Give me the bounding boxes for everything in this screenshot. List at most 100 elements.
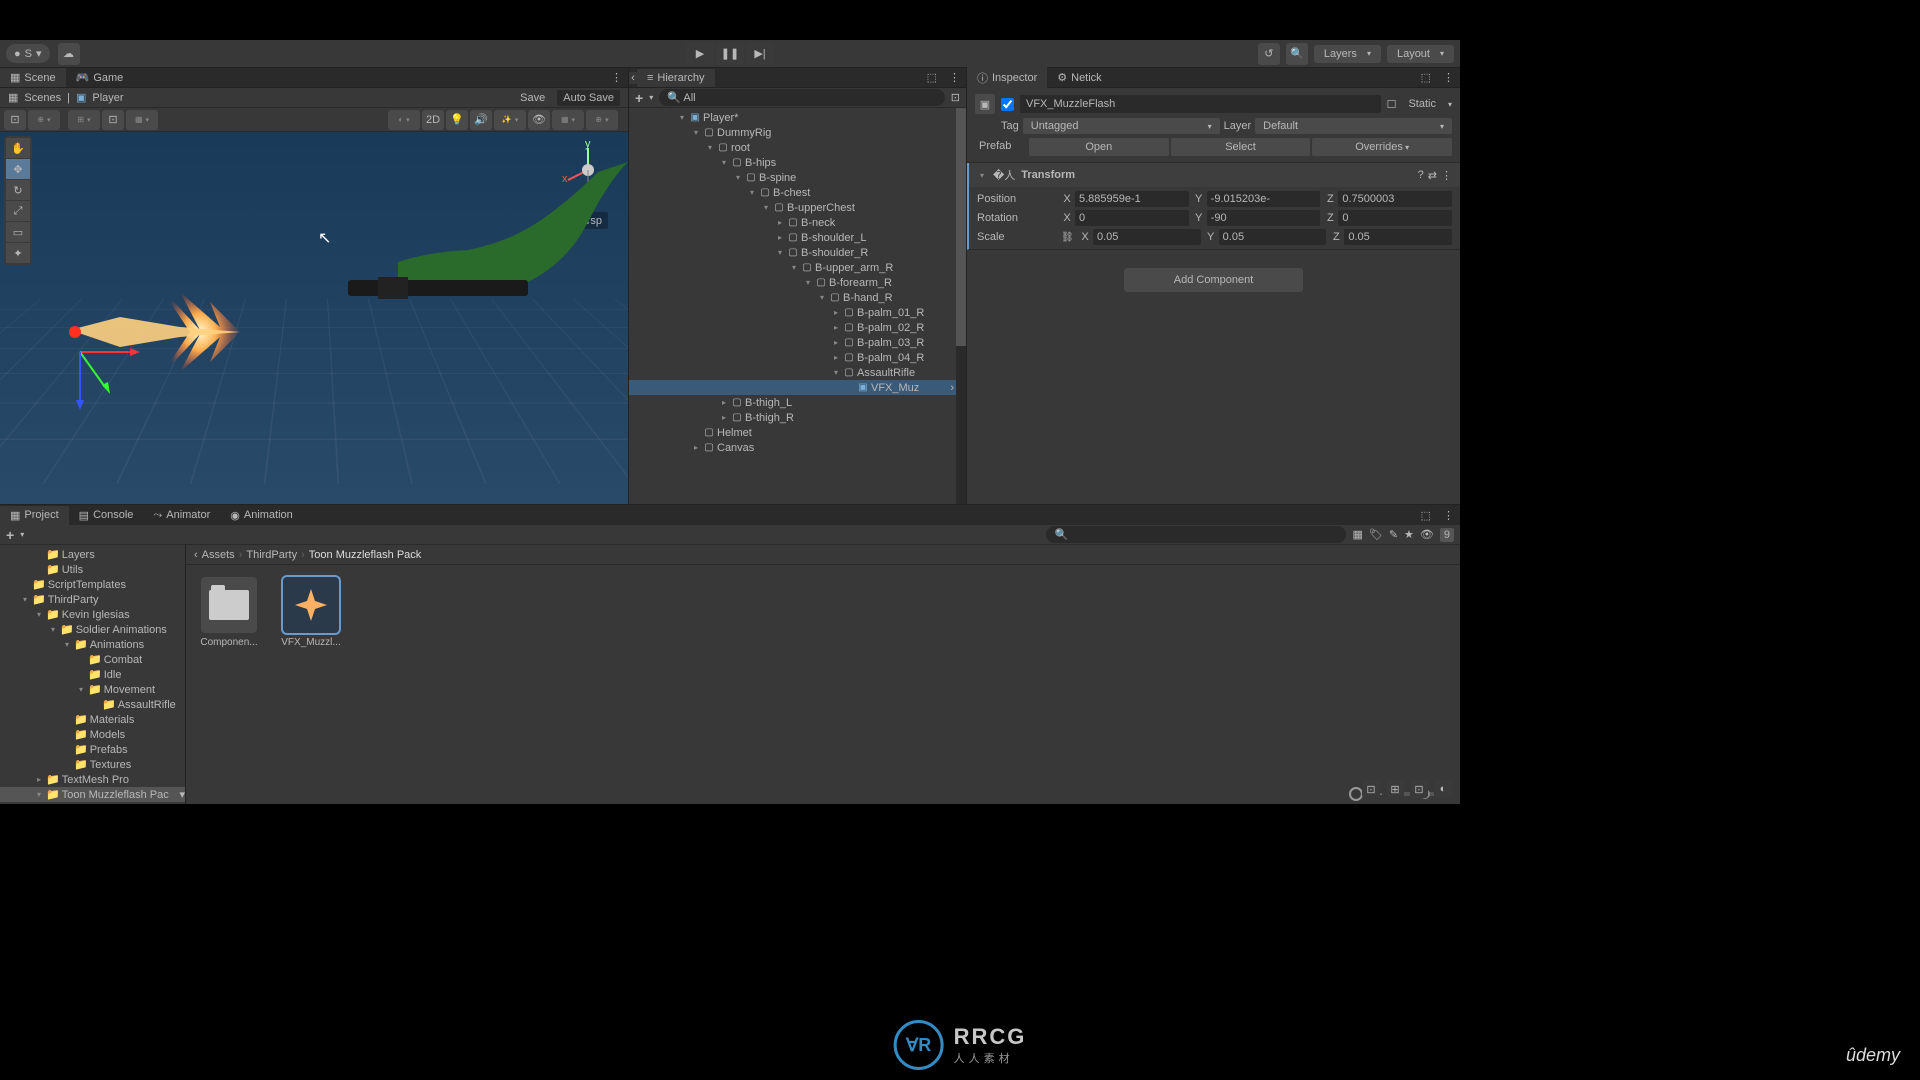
- breadcrumb-segment[interactable]: ThirdParty: [246, 549, 297, 561]
- prefab-open-button[interactable]: Open: [1029, 138, 1169, 156]
- save-search-icon[interactable]: ✎: [1389, 528, 1398, 541]
- project-menu-icon[interactable]: ⋮: [1437, 509, 1460, 522]
- filter-by-label-icon[interactable]: 🏷: [1369, 528, 1383, 541]
- asset-folder[interactable]: Componen...: [198, 577, 260, 648]
- tree-root[interactable]: ▾▣Player*: [629, 110, 966, 125]
- move-gizmo[interactable]: [70, 292, 190, 412]
- folder-item[interactable]: 📁Combat: [0, 652, 185, 667]
- layout-dropdown[interactable]: Layout: [1387, 45, 1454, 63]
- hierarchy-menu-icon[interactable]: ⋮: [943, 71, 966, 84]
- breadcrumb-back[interactable]: ‹: [194, 549, 198, 561]
- component-menu-icon[interactable]: ⋮: [1441, 169, 1452, 182]
- scale-tool[interactable]: ⤢: [6, 201, 30, 221]
- folder-item[interactable]: 📁Models: [0, 727, 185, 742]
- status-icon[interactable]: ◐: [1434, 780, 1452, 798]
- folder-item[interactable]: ▾📁ThirdParty: [0, 592, 185, 607]
- tree-item[interactable]: ▸▢B-thigh_L: [629, 395, 966, 410]
- hidden-objects-toggle[interactable]: 👁: [528, 110, 550, 130]
- rotate-tool[interactable]: ↻: [6, 180, 30, 200]
- rect-tool[interactable]: ▭: [6, 222, 30, 242]
- audio-toggle[interactable]: 🔊: [470, 110, 492, 130]
- position-x-input[interactable]: 5.885959e-1: [1075, 191, 1189, 207]
- cloud-icon[interactable]: ☁: [58, 43, 80, 65]
- tree-item[interactable]: ▾▢B-upperChest: [629, 200, 966, 215]
- rotation-y-input[interactable]: -90: [1207, 210, 1321, 226]
- breadcrumb-root[interactable]: Scenes: [24, 92, 61, 104]
- breadcrumb-segment[interactable]: Toon Muzzleflash Pack: [309, 549, 422, 561]
- hierarchy-filter-icon[interactable]: ⊡: [951, 91, 960, 104]
- scale-z-input[interactable]: 0.05: [1344, 229, 1452, 245]
- step-button[interactable]: ▶|: [746, 43, 774, 65]
- handle-rotation-toggle[interactable]: ⊕: [28, 110, 60, 130]
- tab-netick[interactable]: ⚙Netick: [1047, 68, 1111, 87]
- gizmos-toggle[interactable]: ⊕: [586, 110, 618, 130]
- save-button[interactable]: Save: [512, 90, 553, 106]
- layers-dropdown[interactable]: Layers: [1314, 45, 1381, 63]
- tree-item[interactable]: ▢Helmet: [629, 425, 966, 440]
- asset-prefab[interactable]: VFX_Muzzl...: [280, 577, 342, 648]
- search-icon[interactable]: 🔍: [1286, 43, 1308, 65]
- folder-item[interactable]: ▾📁Soldier Animations: [0, 622, 185, 637]
- tree-item[interactable]: ▾▢B-forearm_R: [629, 275, 966, 290]
- tree-item[interactable]: ▸▢Canvas: [629, 440, 966, 455]
- add-gameobject-button[interactable]: +: [635, 90, 643, 106]
- hand-tool[interactable]: ✋: [6, 138, 30, 158]
- folder-item[interactable]: ▾📁Kevin Iglesias: [0, 607, 185, 622]
- tree-item[interactable]: ▸▢B-thigh_R: [629, 410, 966, 425]
- snap-settings[interactable]: ▦: [126, 110, 158, 130]
- layer-dropdown[interactable]: Default: [1255, 118, 1452, 134]
- tab-inspector[interactable]: ⓘInspector: [967, 67, 1047, 89]
- status-icon[interactable]: ⊡: [1362, 780, 1380, 798]
- hierarchy-lock-icon[interactable]: ⬚: [921, 71, 943, 84]
- favorite-icon[interactable]: ★: [1404, 528, 1414, 541]
- status-icon[interactable]: ⊡: [1410, 780, 1428, 798]
- hierarchy-tree[interactable]: ▾▣Player* ▾▢DummyRig ▾▢root ▾▢B-hips ▾▢B…: [629, 108, 966, 504]
- component-foldout[interactable]: ▾: [977, 171, 987, 180]
- tree-item[interactable]: ▸▢B-palm_01_R: [629, 305, 966, 320]
- tree-item[interactable]: ▸▢B-shoulder_L: [629, 230, 966, 245]
- folder-item[interactable]: ▸📁TextMesh Pro: [0, 772, 185, 787]
- fx-toggle[interactable]: ✨: [494, 110, 526, 130]
- static-checkbox[interactable]: ☐: [1387, 98, 1397, 111]
- transform-tool[interactable]: ✦: [6, 243, 30, 263]
- pivot-center-toggle[interactable]: ⊡: [4, 110, 26, 130]
- tag-dropdown[interactable]: Untagged: [1023, 118, 1220, 134]
- tab-scene[interactable]: ▦Scene: [0, 68, 66, 87]
- hierarchy-search[interactable]: 🔍 All: [659, 89, 945, 106]
- rotation-x-input[interactable]: 0: [1075, 210, 1189, 226]
- scene-viewport[interactable]: ✋ ✥ ↻ ⤢ ▭ ✦ yx ◁ Persp: [0, 132, 628, 504]
- folder-item[interactable]: 📁ScriptTemplates: [0, 577, 185, 592]
- folder-item[interactable]: 📁Layers: [0, 547, 185, 562]
- project-assets-grid[interactable]: Componen... VFX_Muzzl...: [186, 565, 1460, 784]
- rotation-z-input[interactable]: 0: [1338, 210, 1452, 226]
- object-name-input[interactable]: VFX_MuzzleFlash: [1020, 95, 1381, 113]
- folder-item[interactable]: 📁Utils: [0, 562, 185, 577]
- tree-item[interactable]: ▾▢B-chest: [629, 185, 966, 200]
- folder-item[interactable]: 📁Textures: [0, 757, 185, 772]
- lighting-toggle[interactable]: 💡: [446, 110, 468, 130]
- position-z-input[interactable]: 0.7500003: [1338, 191, 1452, 207]
- tab-hierarchy[interactable]: ≡Hierarchy: [637, 69, 715, 87]
- project-add-button[interactable]: +: [6, 527, 14, 543]
- folder-item[interactable]: 📁Idle: [0, 667, 185, 682]
- tree-item[interactable]: ▸▢B-palm_04_R: [629, 350, 966, 365]
- tree-item[interactable]: ▾▢B-hips: [629, 155, 966, 170]
- active-checkbox[interactable]: [1001, 98, 1014, 111]
- status-icon[interactable]: ⊞: [1386, 780, 1404, 798]
- breadcrumb-item[interactable]: Player: [92, 92, 123, 104]
- 2d-toggle[interactable]: 2D: [422, 110, 444, 130]
- tree-item-selected[interactable]: ▣VFX_Muz›: [629, 380, 966, 395]
- tree-item[interactable]: ▸▢B-palm_03_R: [629, 335, 966, 350]
- project-search[interactable]: 🔍: [1046, 526, 1346, 543]
- account-menu[interactable]: ●S▾: [6, 44, 50, 63]
- grid-snap-toggle[interactable]: ⊞: [68, 110, 100, 130]
- folder-item[interactable]: 📁Materials: [0, 712, 185, 727]
- tab-game[interactable]: 🎮Game: [66, 68, 134, 87]
- project-lock-icon[interactable]: ⬚: [1415, 509, 1437, 522]
- tab-animator[interactable]: ⤳Animator: [143, 506, 220, 525]
- breadcrumb-segment[interactable]: Assets: [202, 549, 235, 561]
- folder-item-selected[interactable]: ▾📁Toon Muzzleflash Pac▾: [0, 787, 185, 802]
- tree-item[interactable]: ▸▢B-neck: [629, 215, 966, 230]
- tab-project[interactable]: ▦Project: [0, 506, 69, 525]
- undo-history-icon[interactable]: ↺: [1258, 43, 1280, 65]
